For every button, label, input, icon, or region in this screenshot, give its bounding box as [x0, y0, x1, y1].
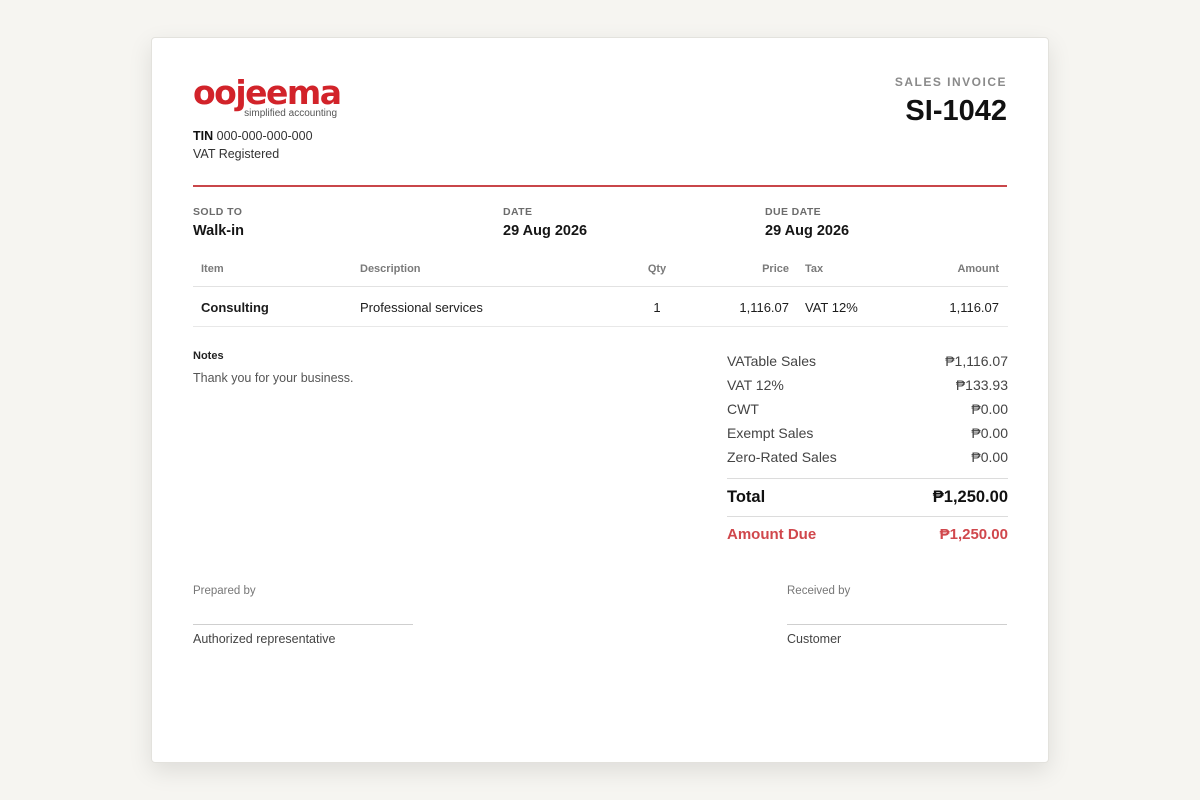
col-item: Item — [201, 263, 224, 275]
line-items-table: Item Description Qty Price Tax Amount Co… — [193, 252, 1008, 327]
summary-label: VATable Sales — [727, 353, 816, 369]
received-by-signature: Received by Customer — [787, 585, 1007, 646]
col-tax: Tax — [805, 263, 824, 275]
summary-value: ₱1,116.07 — [945, 353, 1008, 369]
invoice-number: SI-1042 — [905, 95, 1007, 127]
document-type: SALES INVOICE — [894, 75, 1007, 89]
total-label: Total — [727, 488, 766, 506]
prepared-by-signature: Prepared by Authorized representative — [193, 585, 413, 646]
due-date-label: DUE DATE — [765, 206, 822, 218]
summary-row-exempt: Exempt Sales ₱0.00 — [727, 424, 1008, 448]
cell-price: 1,116.07 — [739, 300, 789, 315]
col-amount: Amount — [957, 263, 999, 275]
company-logo: oojeema simplified accounting — [193, 73, 342, 120]
amount-due-label: Amount Due — [727, 526, 817, 543]
col-price: Price — [762, 263, 789, 275]
received-by-label: Received by — [787, 585, 851, 597]
header-divider — [193, 185, 1007, 187]
cell-item: Consulting — [201, 300, 269, 315]
summary-row-vat: VAT 12% ₱133.93 — [727, 376, 1008, 400]
total-value: ₱1,250.00 — [932, 488, 1008, 506]
cell-tax: VAT 12% — [805, 300, 858, 315]
received-by-caption: Customer — [787, 632, 842, 646]
summary-row-zero-rated: Zero-Rated Sales ₱0.00 — [727, 448, 1008, 472]
logo-wordmark: oojeema — [193, 73, 342, 112]
signature-line — [787, 624, 1007, 625]
summary-value: ₱0.00 — [971, 449, 1008, 465]
vat-status: VAT Registered — [193, 147, 280, 161]
amount-due-value: ₱1,250.00 — [939, 526, 1008, 543]
summary-label: VAT 12% — [727, 377, 784, 393]
sold-to-label: SOLD TO — [193, 206, 243, 218]
tin-value: 000-000-000-000 — [216, 129, 313, 143]
prepared-by-caption: Authorized representative — [193, 632, 336, 646]
cell-qty: 1 — [653, 300, 661, 315]
summary-row-vatable: VATable Sales ₱1,116.07 — [727, 352, 1008, 376]
summary-label: CWT — [727, 401, 759, 417]
col-description: Description — [360, 263, 421, 275]
invoice-sheet: oojeema simplified accounting TIN 000-00… — [151, 37, 1049, 763]
summary-label: Exempt Sales — [727, 425, 814, 441]
notes-label: Notes — [193, 350, 224, 362]
notes-text: Thank you for your business. — [193, 371, 354, 385]
table-header: Item Description Qty Price Tax Amount — [193, 252, 1008, 287]
summary-value: ₱133.93 — [955, 377, 1008, 393]
table-row: Consulting Professional services 1 1,116… — [193, 287, 1008, 327]
summary-label: Zero-Rated Sales — [727, 449, 837, 465]
col-qty: Qty — [647, 263, 667, 275]
due-date-value: 29 Aug 2026 — [765, 223, 850, 239]
company-tin: TIN 000-000-000-000 — [193, 129, 313, 143]
cell-amount: 1,116.07 — [949, 300, 999, 315]
summary-row-cwt: CWT ₱0.00 — [727, 400, 1008, 424]
total-row: Total ₱1,250.00 — [727, 479, 1008, 517]
logo-tagline: simplified accounting — [244, 108, 337, 119]
date-value: 29 Aug 2026 — [503, 223, 588, 239]
tin-label: TIN — [193, 129, 214, 143]
summary-value: ₱0.00 — [971, 401, 1008, 417]
totals-summary: VATable Sales ₱1,116.07 VAT 12% ₱133.93 … — [727, 352, 1008, 553]
summary-value: ₱0.00 — [971, 425, 1008, 441]
amount-due-row: Amount Due ₱1,250.00 — [727, 517, 1008, 553]
sold-to-value: Walk-in — [193, 223, 245, 239]
signature-line — [193, 624, 413, 625]
prepared-by-label: Prepared by — [193, 585, 256, 597]
cell-description: Professional services — [360, 300, 483, 315]
date-label: DATE — [503, 206, 533, 218]
